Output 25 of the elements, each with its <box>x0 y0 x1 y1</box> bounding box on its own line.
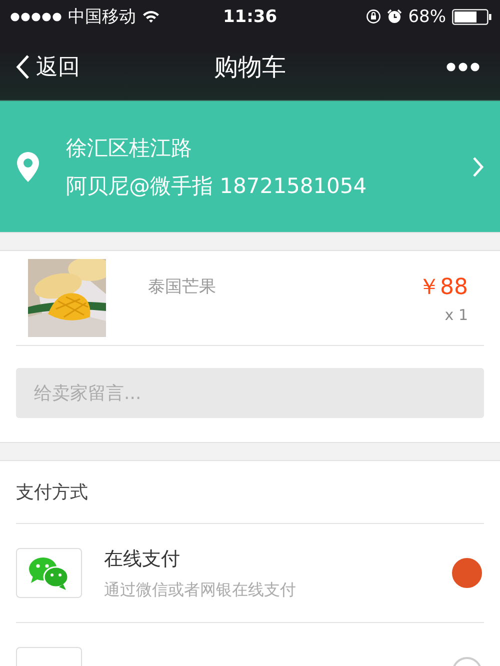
signal-icon <box>10 12 62 22</box>
alarm-icon <box>387 9 402 24</box>
product-price: ￥88 <box>418 274 468 302</box>
payment-icon <box>16 548 82 598</box>
radio-button[interactable] <box>452 558 482 588</box>
product-name: 泰国芒果 <box>148 276 217 298</box>
section-heading: 支付方式 <box>16 481 88 504</box>
carrier-name: 中国移动 <box>68 6 136 28</box>
battery-percent: 68% <box>408 6 446 26</box>
payment-description: 通过微信或者网银在线支付 <box>104 580 297 600</box>
back-button[interactable]: 返回 <box>16 52 80 82</box>
battery-icon <box>452 8 492 24</box>
chevron-right-icon <box>472 156 484 178</box>
payment-title: 在线支付 <box>104 546 181 572</box>
address-text: 徐汇区桂江路 <box>66 134 193 162</box>
rotation-lock-icon <box>366 9 382 24</box>
chevron-left-icon <box>16 54 30 80</box>
product-quantity: x 1 <box>444 306 468 324</box>
more-icon[interactable] <box>446 62 480 72</box>
location-pin-icon <box>16 150 40 182</box>
status-time: 11:36 <box>222 6 278 26</box>
message-field[interactable]: 给卖家留言... <box>16 368 484 418</box>
page-title: 购物车 <box>214 52 286 82</box>
contact-text: 阿贝尼@微手指 18721581054 <box>66 172 368 200</box>
wifi-icon <box>142 10 160 23</box>
